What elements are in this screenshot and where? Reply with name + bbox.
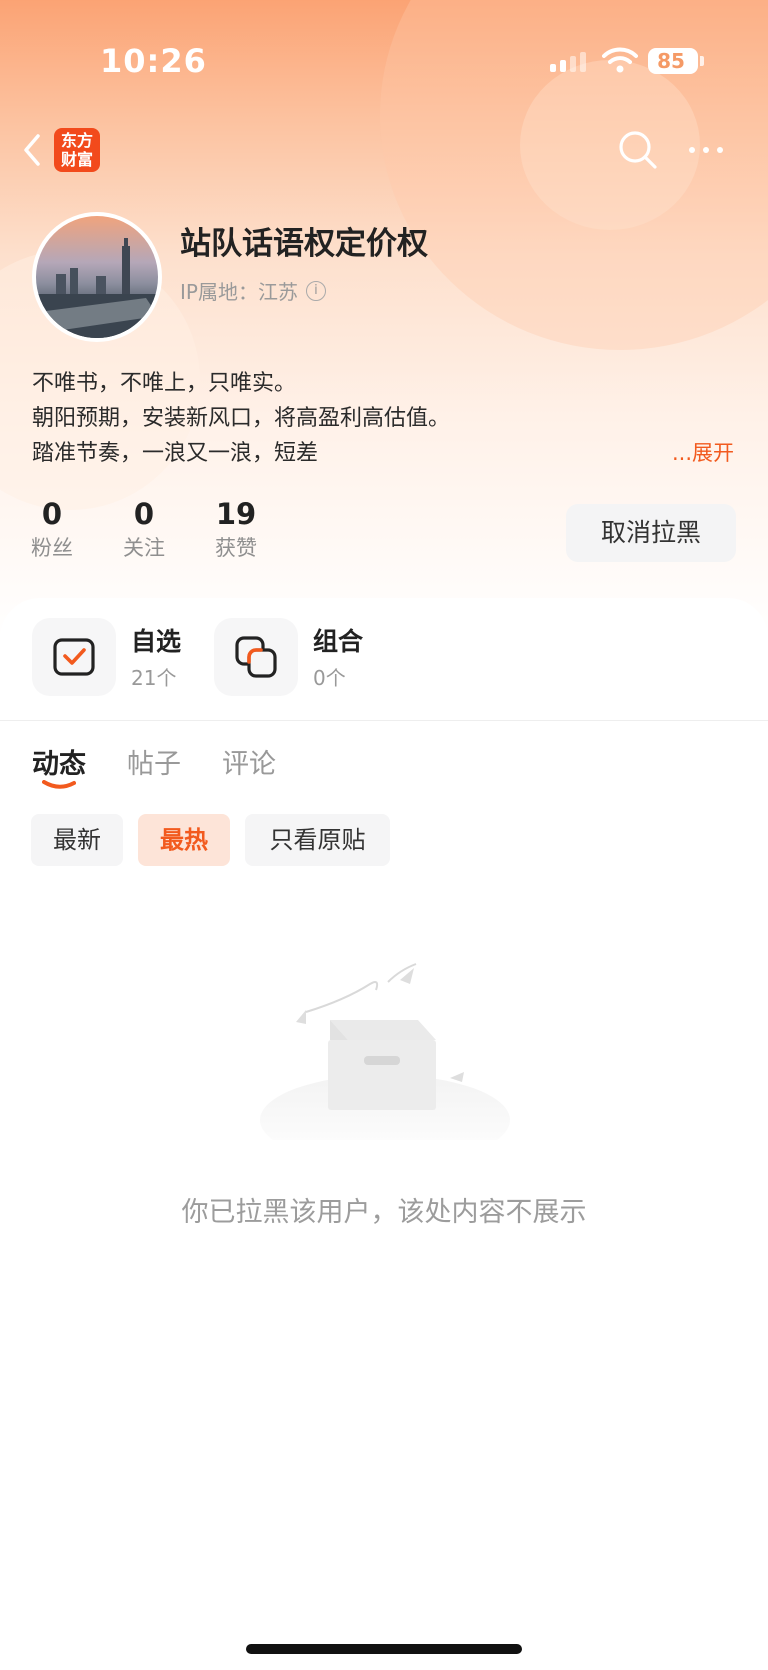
unblock-button[interactable]: 取消拉黑 — [566, 504, 736, 562]
app-logo: 东方 财富 — [54, 128, 100, 172]
tab-activity[interactable]: 动态 — [32, 742, 86, 781]
logo-text-line1: 东方 — [60, 131, 93, 150]
avatar-city-image — [36, 238, 158, 338]
battery-icon: 85 — [648, 48, 698, 74]
stat-value: 0 — [133, 497, 155, 531]
ip-location-label: IP属地：江苏 — [180, 280, 298, 304]
battery-level: 85 — [657, 49, 685, 73]
search-icon[interactable] — [616, 128, 660, 172]
stat-label: 关注 — [123, 536, 165, 560]
empty-state-message: 你已拉黑该用户，该处内容不展示 — [181, 1197, 587, 1228]
filter-original-only[interactable]: 只看原贴 — [245, 814, 390, 866]
portfolio-icon — [235, 636, 277, 678]
portfolio-tile[interactable] — [214, 618, 298, 696]
filter-hottest[interactable]: 最热 — [138, 814, 230, 866]
back-arrow-icon[interactable] — [18, 130, 46, 170]
portfolio-count: 0个 — [313, 666, 346, 690]
bio: 不唯书，不唯上，只唯实。 朝阳预期，安装新风口，将高盈利高估值。 踏准节奏，一浪… — [32, 366, 732, 471]
ip-location: IP属地：江苏 i — [180, 276, 326, 305]
tab-posts[interactable]: 帖子 — [127, 742, 181, 781]
portfolio-title[interactable]: 组合 — [313, 622, 363, 658]
logo-text-line2: 财富 — [60, 150, 93, 169]
stat-value: 0 — [41, 497, 63, 531]
stat-following[interactable]: 0 关注 — [114, 496, 174, 562]
divider — [0, 720, 768, 721]
watchlist-title[interactable]: 自选 — [131, 622, 181, 658]
tab-comments[interactable]: 评论 — [222, 742, 276, 781]
expand-bio-link[interactable]: ...展开 — [672, 437, 734, 467]
stat-label: 粉丝 — [31, 536, 73, 560]
empty-box-icon — [260, 963, 510, 1140]
info-icon[interactable]: i — [305, 280, 326, 301]
watchlist-tile[interactable] — [32, 618, 116, 696]
status-time: 10:26 — [100, 42, 207, 80]
bio-line: 朝阳预期，安装新风口，将高盈利高估值。 — [32, 406, 451, 431]
battery-tip — [700, 56, 704, 66]
bio-line: 不唯书，不唯上，只唯实。 — [32, 371, 297, 396]
stat-value: 19 — [215, 497, 257, 531]
bio-line: 踏准节奏，一浪又一浪，短差 — [32, 441, 319, 466]
more-options-icon[interactable] — [686, 140, 726, 160]
username: 站队话语权定价权 — [180, 226, 428, 262]
status-bar: 10:26 85 — [0, 0, 768, 120]
stat-label: 获赞 — [215, 536, 257, 560]
watchlist-check-icon — [53, 638, 95, 676]
active-tab-indicator — [42, 780, 76, 789]
home-indicator[interactable] — [246, 1644, 522, 1654]
avatar[interactable] — [32, 212, 162, 342]
wifi-icon — [602, 47, 638, 73]
stat-fans[interactable]: 0 粉丝 — [22, 496, 82, 562]
cellular-signal-icon — [550, 52, 586, 72]
filter-latest[interactable]: 最新 — [31, 814, 123, 866]
watchlist-count: 21个 — [131, 666, 177, 690]
stat-likes[interactable]: 19 获赞 — [206, 496, 266, 562]
